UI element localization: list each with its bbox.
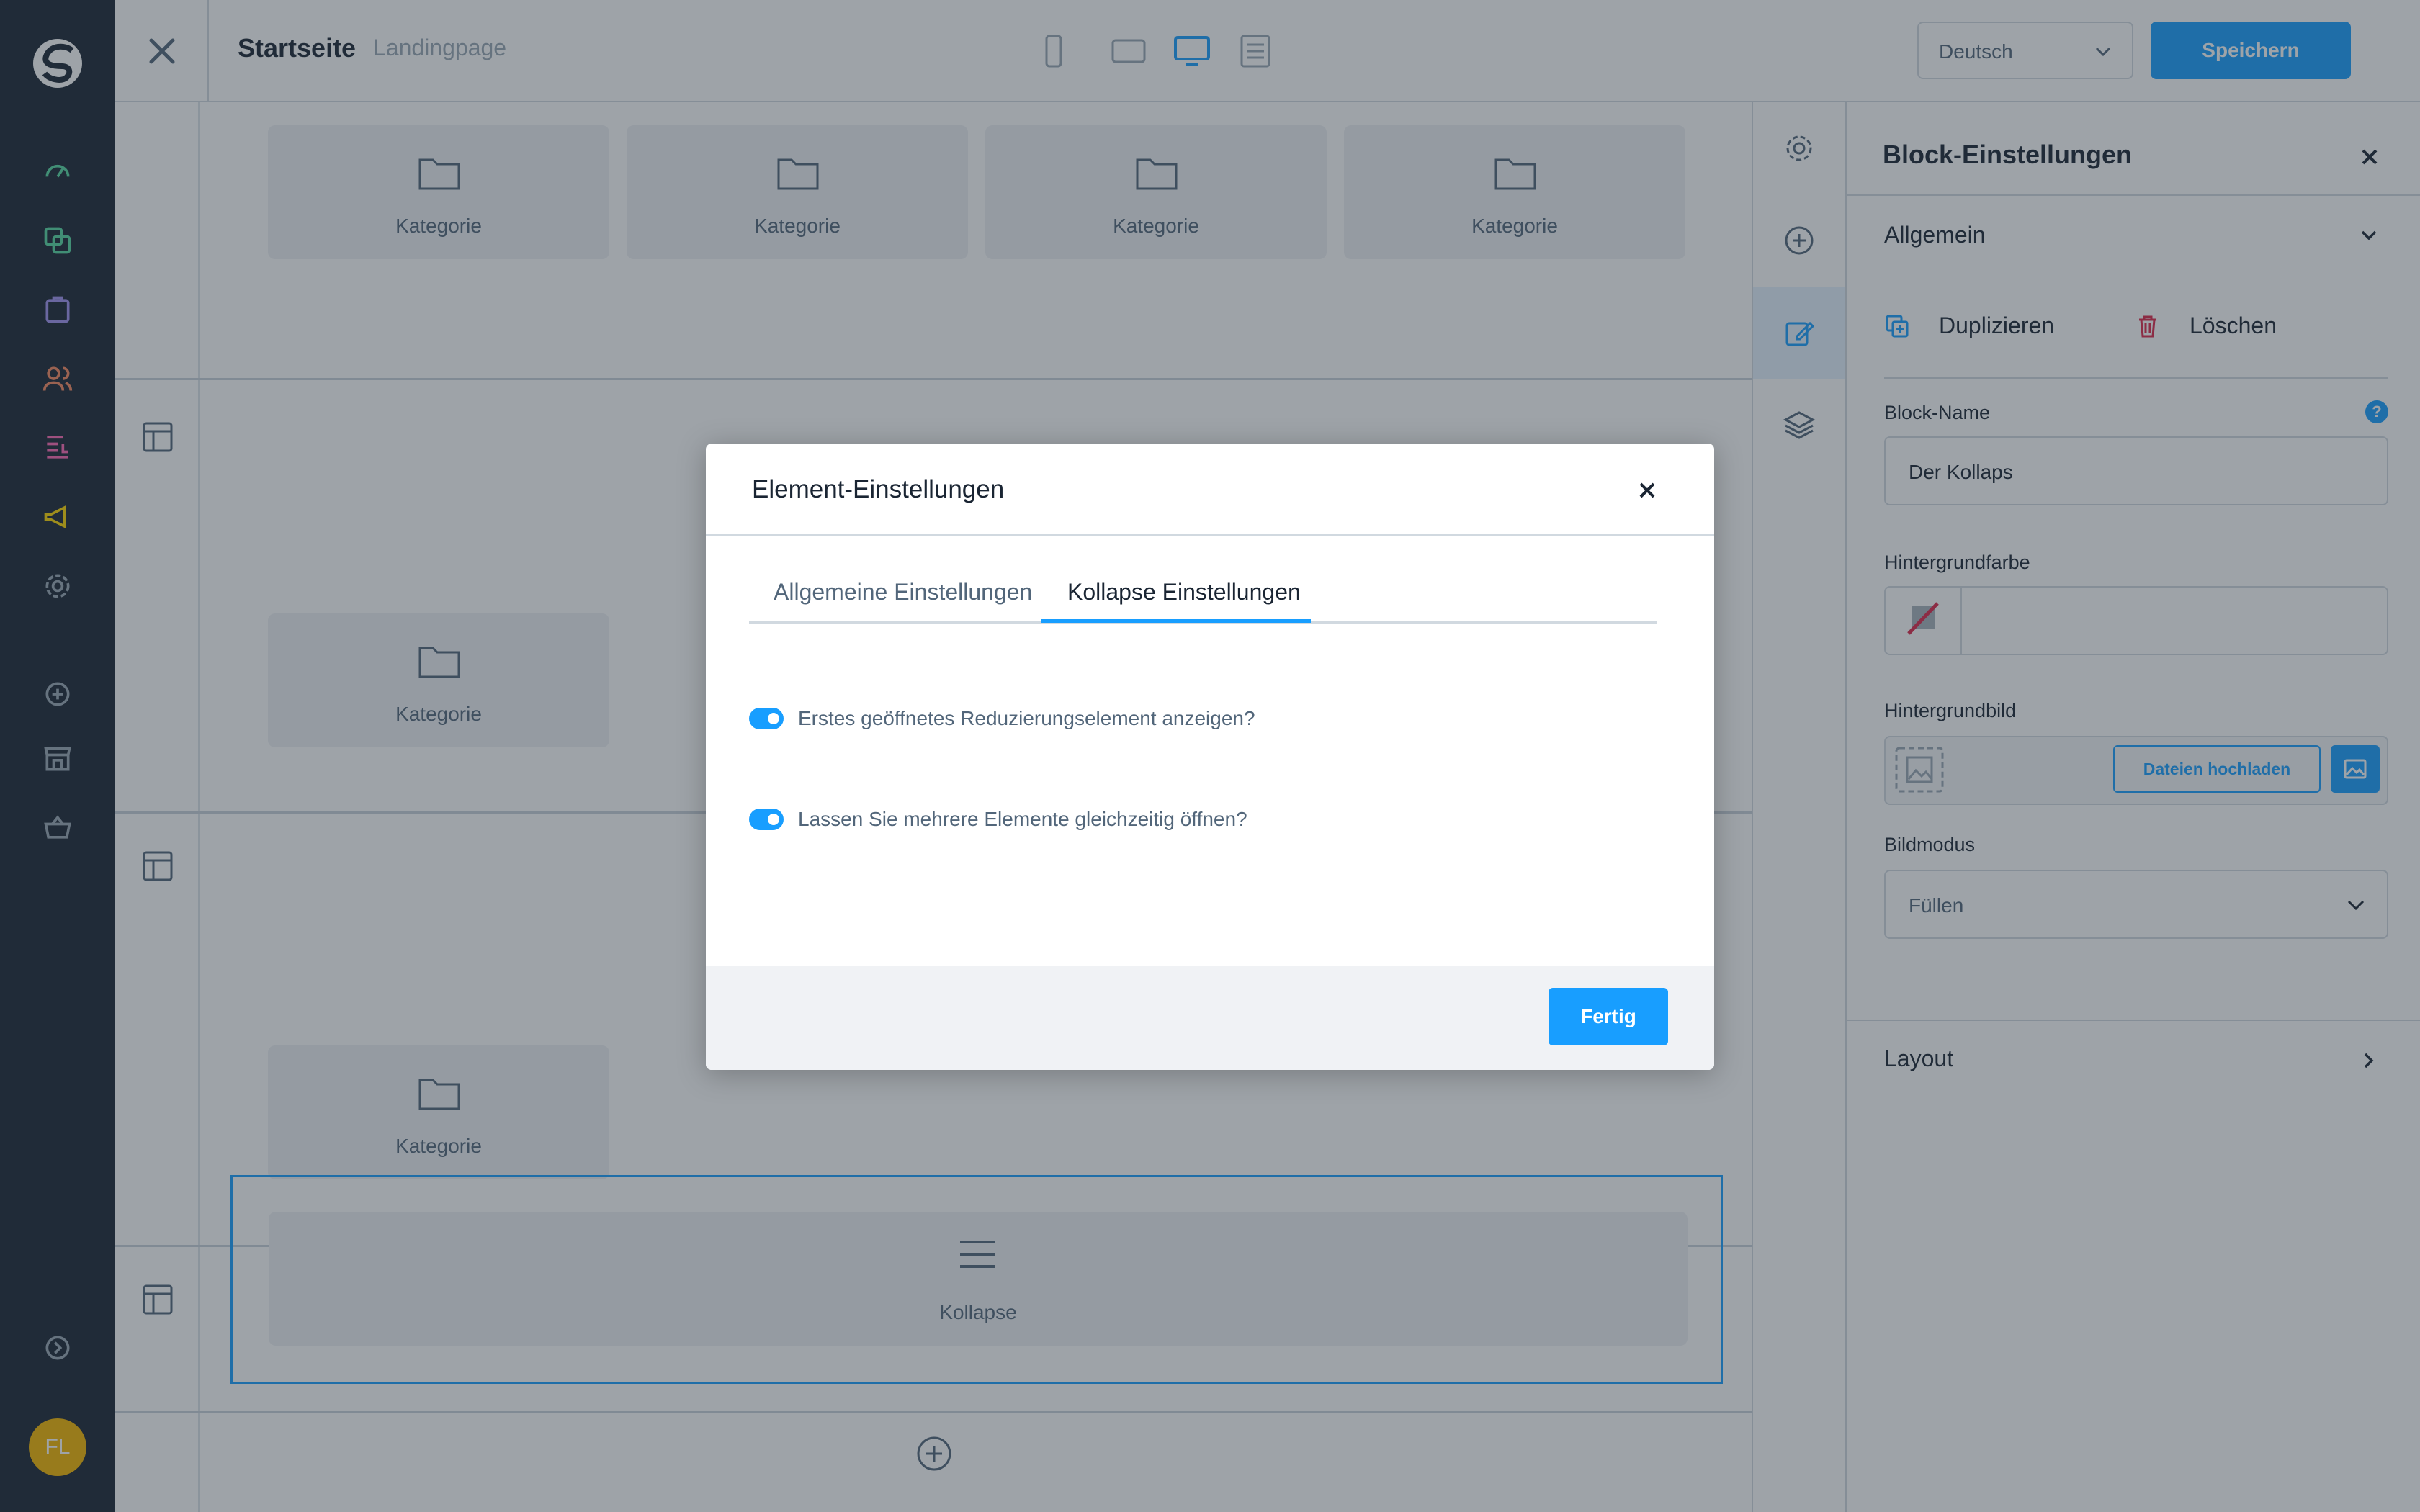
tab-collapse-settings[interactable]: Kollapse Einstellungen (1067, 579, 1301, 606)
modal-title: Element-Einstellungen (752, 475, 1005, 503)
toggle-switch[interactable] (749, 809, 784, 830)
modal-footer: Fertig (706, 966, 1714, 1070)
option-first-open[interactable]: Erstes geöffnetes Reduzierungselement an… (749, 707, 1255, 730)
tab-general-settings[interactable]: Allgemeine Einstellungen (774, 579, 1032, 606)
toggle-switch[interactable] (749, 708, 784, 729)
option-multiple-open[interactable]: Lassen Sie mehrere Elemente gleichzeitig… (749, 808, 1247, 831)
modal-divider (706, 534, 1714, 536)
option-label: Lassen Sie mehrere Elemente gleichzeitig… (798, 808, 1247, 830)
element-settings-modal: Element-Einstellungen Allgemeine Einstel… (706, 444, 1714, 1070)
close-icon[interactable] (1636, 480, 1658, 501)
active-tab-indicator (1041, 619, 1311, 623)
done-button[interactable]: Fertig (1549, 988, 1668, 1045)
option-label: Erstes geöffnetes Reduzierungselement an… (798, 707, 1255, 729)
